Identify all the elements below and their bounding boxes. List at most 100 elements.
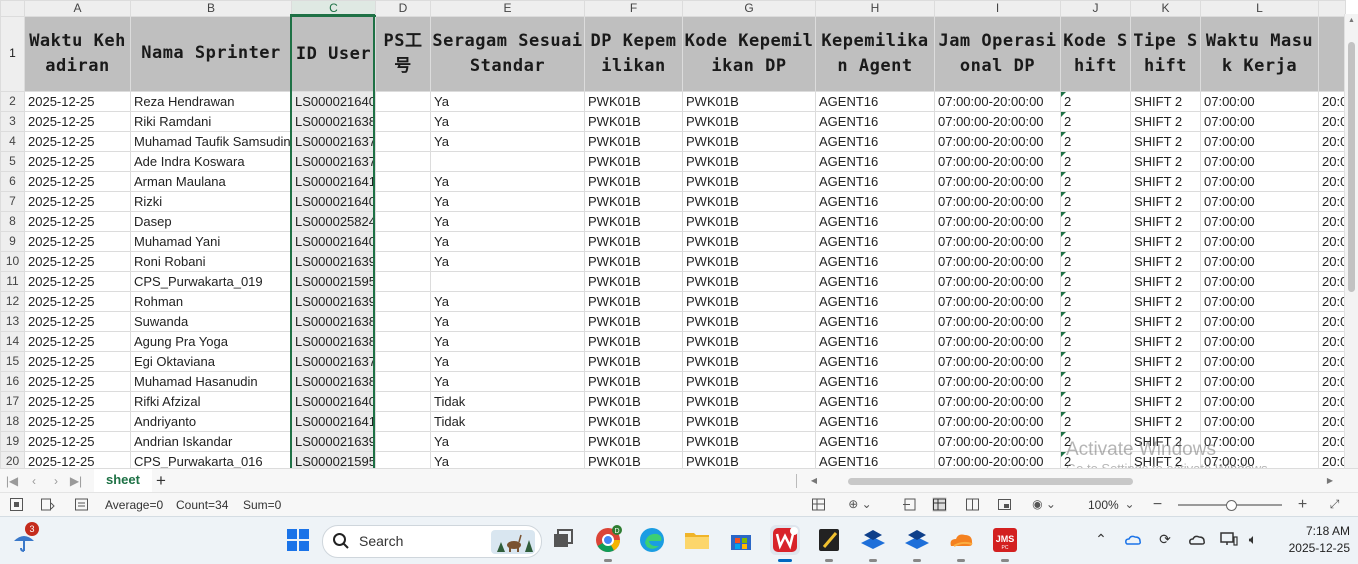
cell-c[interactable]: LS0000216382 — [291, 111, 376, 132]
cell-a[interactable]: 2025-12-25 — [24, 371, 131, 392]
status-average[interactable]: Average=0 — [105, 493, 163, 517]
cell-j[interactable]: 2 — [1060, 311, 1131, 332]
cell-k[interactable]: SHIFT 2 — [1130, 231, 1201, 252]
cell-j[interactable]: 2 — [1060, 371, 1131, 392]
row-number[interactable]: 20 — [0, 451, 25, 468]
full-screen-view-icon[interactable] — [997, 497, 1012, 512]
scroll-right-arrow-icon[interactable]: ▶ — [1324, 473, 1336, 489]
cell-d[interactable] — [375, 371, 431, 392]
cell-g[interactable]: PWK01B — [682, 371, 816, 392]
header-cell-k[interactable]: Tipe Shift — [1130, 15, 1201, 92]
cell-l[interactable]: 07:00:00 — [1200, 271, 1319, 292]
cell-f[interactable]: PWK01B — [584, 131, 683, 152]
cell-j[interactable]: 2 — [1060, 131, 1131, 152]
row-number[interactable]: 4 — [0, 131, 25, 152]
cell-m[interactable]: 20:0 — [1318, 191, 1346, 212]
cell-l[interactable]: 07:00:00 — [1200, 111, 1319, 132]
notes-app-icon[interactable] — [814, 525, 844, 562]
cell-f[interactable]: PWK01B — [584, 271, 683, 292]
cell-l[interactable]: 07:00:00 — [1200, 431, 1319, 452]
cell-m[interactable]: 20:0 — [1318, 91, 1346, 112]
cell-l[interactable]: 07:00:00 — [1200, 151, 1319, 172]
task-view-icon[interactable] — [548, 525, 578, 555]
cell-k[interactable]: SHIFT 2 — [1130, 291, 1201, 312]
cell-b[interactable]: Dasep — [130, 211, 292, 232]
cell-b[interactable]: Andrian Iskandar — [130, 431, 292, 452]
cell-i[interactable]: 07:00:00-20:00:00 — [934, 311, 1061, 332]
cell-b[interactable]: Arman Maulana — [130, 171, 292, 192]
cell-h[interactable]: AGENT16 — [815, 131, 935, 152]
cell-c[interactable]: LS0000216410 — [291, 411, 376, 432]
cell-c[interactable]: LS0000258240 — [291, 211, 376, 232]
cell-l[interactable]: 07:00:00 — [1200, 291, 1319, 312]
cell-b[interactable]: Rohman — [130, 291, 292, 312]
cell-h[interactable]: AGENT16 — [815, 211, 935, 232]
cell-i[interactable]: 07:00:00-20:00:00 — [934, 231, 1061, 252]
cell-d[interactable] — [375, 351, 431, 372]
spreadsheet-grid-area[interactable]: A B C D E F G H I J K L 1 Waktu Kehadiran Nama Sprinte… — [0, 0, 1358, 468]
cell-e[interactable]: Ya — [430, 451, 585, 468]
cell-g[interactable]: PWK01B — [682, 231, 816, 252]
cell-h[interactable]: AGENT16 — [815, 451, 935, 468]
cell-k[interactable]: SHIFT 2 — [1130, 271, 1201, 292]
header-cell-d[interactable]: PS工号 — [375, 15, 431, 92]
column-letter-I[interactable]: I — [934, 0, 1061, 17]
cell-g[interactable]: PWK01B — [682, 151, 816, 172]
cell-c[interactable]: LS0000216400 — [291, 191, 376, 212]
cell-j[interactable]: 2 — [1060, 271, 1131, 292]
cell-i[interactable]: 07:00:00-20:00:00 — [934, 391, 1061, 412]
cell-m[interactable]: 20:0 — [1318, 351, 1346, 372]
cell-l[interactable]: 07:00:00 — [1200, 411, 1319, 432]
header-cell-a[interactable]: Waktu Kehadiran — [24, 15, 131, 92]
cell-k[interactable]: SHIFT 2 — [1130, 251, 1201, 272]
scroll-left-arrow-icon[interactable]: ◀ — [808, 473, 820, 489]
cell-i[interactable]: 07:00:00-20:00:00 — [934, 411, 1061, 432]
cell-d[interactable] — [375, 131, 431, 152]
cell-g[interactable]: PWK01B — [682, 91, 816, 112]
cell-g[interactable]: PWK01B — [682, 391, 816, 412]
cell-k[interactable]: SHIFT 2 — [1130, 191, 1201, 212]
cell-k[interactable]: SHIFT 2 — [1130, 151, 1201, 172]
row-number[interactable]: 18 — [0, 411, 25, 432]
cell-l[interactable]: 07:00:00 — [1200, 371, 1319, 392]
cell-g[interactable]: PWK01B — [682, 111, 816, 132]
cell-h[interactable]: AGENT16 — [815, 251, 935, 272]
cell-e[interactable]: Ya — [430, 251, 585, 272]
cell-d[interactable] — [375, 111, 431, 132]
cell-e[interactable]: Ya — [430, 331, 585, 352]
column-letter-J[interactable]: J — [1060, 0, 1131, 17]
cell-f[interactable]: PWK01B — [584, 171, 683, 192]
vertical-scroll-thumb[interactable] — [1348, 42, 1355, 292]
cell-b[interactable]: CPS_Purwakarta_016 — [130, 451, 292, 468]
chrome-icon[interactable]: D — [593, 525, 623, 562]
cell-h[interactable]: AGENT16 — [815, 331, 935, 352]
cell-l[interactable]: 07:00:00 — [1200, 451, 1319, 468]
cell-e[interactable] — [430, 271, 585, 292]
horizontal-scroll-thumb[interactable] — [848, 478, 1133, 485]
cell-f[interactable]: PWK01B — [584, 191, 683, 212]
cell-j[interactable]: 2 — [1060, 211, 1131, 232]
weather-widget-icon[interactable]: 3 — [10, 522, 39, 555]
cell-f[interactable]: PWK01B — [584, 351, 683, 372]
cell-g[interactable]: PWK01B — [682, 311, 816, 332]
row-number[interactable]: 19 — [0, 431, 25, 452]
scroll-up-arrow-icon[interactable]: ▲ — [1345, 14, 1358, 27]
header-cell-b[interactable]: Nama Sprinter — [130, 15, 292, 92]
cell-d[interactable] — [375, 411, 431, 432]
cell-g[interactable]: PWK01B — [682, 211, 816, 232]
cell-h[interactable]: AGENT16 — [815, 411, 935, 432]
prev-sheet-icon[interactable]: ‹ — [26, 472, 42, 490]
row-number[interactable]: 17 — [0, 391, 25, 412]
cell-b[interactable]: Rizki — [130, 191, 292, 212]
cell-l[interactable]: 07:00:00 — [1200, 211, 1319, 232]
cell-d[interactable] — [375, 451, 431, 468]
cell-b[interactable]: Ade Indra Koswara — [130, 151, 292, 172]
cell-c[interactable]: LS0000216383 — [291, 311, 376, 332]
cell-a[interactable]: 2025-12-25 — [24, 291, 131, 312]
row-number[interactable]: 16 — [0, 371, 25, 392]
cell-d[interactable] — [375, 391, 431, 412]
cell-e[interactable] — [430, 151, 585, 172]
cell-a[interactable]: 2025-12-25 — [24, 411, 131, 432]
cell-k[interactable]: SHIFT 2 — [1130, 451, 1201, 468]
cell-i[interactable]: 07:00:00-20:00:00 — [934, 331, 1061, 352]
